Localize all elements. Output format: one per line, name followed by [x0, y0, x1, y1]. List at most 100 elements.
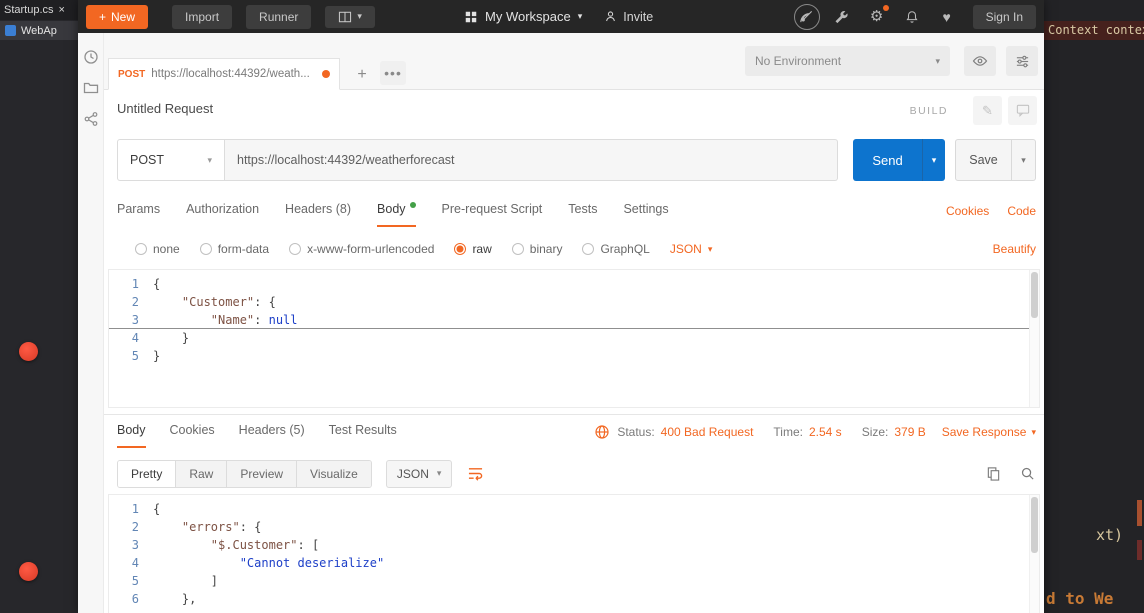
code-line: 3 "$.Customer": [ — [131, 538, 320, 552]
response-tab-headers[interactable]: Headers (5) — [239, 423, 305, 448]
save-response-label: Save Response — [941, 425, 1027, 439]
view-raw[interactable]: Raw — [175, 460, 227, 487]
tab-tests[interactable]: Tests — [568, 202, 597, 227]
view-visualize[interactable]: Visualize — [296, 460, 371, 487]
main-panel: POST https://localhost:44392/weath... + … — [104, 33, 1044, 613]
vs-code-fragment-top: Context context) — [1044, 21, 1144, 40]
tab-params[interactable]: Params — [117, 202, 160, 227]
copy-icon[interactable] — [984, 465, 1002, 483]
request-body-editor[interactable]: 1{ 2 "Customer": { 3 "Name": null 4 } 5} — [108, 269, 1040, 408]
response-view-switcher: Pretty Raw Preview Visualize — [117, 459, 372, 488]
raw-format-selector[interactable]: JSON ▾ — [670, 242, 713, 256]
code-line: 5 ] — [131, 574, 219, 588]
capture-requests-icon[interactable] — [793, 3, 820, 30]
screen: Startup.cs × WebAp Context context) xt) … — [0, 0, 1144, 613]
mode-raw[interactable]: raw — [454, 242, 492, 256]
send-button[interactable]: Send — [853, 139, 922, 181]
tab-settings[interactable]: Settings — [623, 202, 668, 227]
view-preview[interactable]: Preview — [226, 460, 297, 487]
workspace-switcher[interactable]: My Workspace ▾ — [464, 9, 582, 24]
code-line: 5} — [131, 349, 161, 363]
sign-in-button[interactable]: Sign In — [972, 4, 1036, 29]
scrollbar-thumb[interactable] — [1031, 272, 1038, 318]
save-button-group: Save ▾ — [955, 139, 1036, 181]
method-selector[interactable]: POST ▾ — [117, 139, 225, 181]
view-pretty[interactable]: Pretty — [118, 460, 176, 487]
build-label: BUILD — [909, 105, 948, 117]
status-label: Status: — [617, 425, 655, 439]
mode-form-data[interactable]: form-data — [199, 242, 270, 256]
chevron-down-icon: ▾ — [1021, 154, 1026, 165]
save-response-button[interactable]: Save Response ▾ — [942, 425, 1036, 439]
response-body-editor[interactable]: 1{ 2 "errors": { 3 "$.Customer": [ 4 "Ca… — [108, 494, 1040, 613]
request-title[interactable]: Untitled Request — [117, 101, 213, 116]
mode-graphql[interactable]: GraphQL — [582, 242, 650, 256]
search-icon[interactable] — [1018, 465, 1036, 483]
vs-background-right — [1044, 0, 1144, 613]
code-line: 4 "Cannot deserialize" — [131, 556, 385, 570]
scrollbar[interactable] — [1029, 270, 1039, 407]
vs-tab-label: Startup.cs — [4, 4, 54, 16]
edit-button[interactable]: ✎ — [973, 96, 1002, 125]
invite-label: Invite — [623, 9, 654, 24]
tab-pre-request-script[interactable]: Pre-request Script — [442, 202, 543, 227]
environment-quick-look-button[interactable] — [964, 46, 996, 76]
environment-selector[interactable]: No Environment ▾ — [745, 46, 950, 76]
notifications-bell-icon[interactable] — [899, 4, 925, 30]
radio-icon — [135, 243, 147, 255]
scrollbar-thumb[interactable] — [1031, 497, 1038, 553]
save-options-button[interactable]: ▾ — [1012, 139, 1036, 181]
code-line: 6 }, — [131, 592, 197, 606]
code-link[interactable]: Code — [1007, 204, 1036, 218]
mode-label: form-data — [217, 242, 270, 256]
mode-urlencoded[interactable]: x-www-form-urlencoded — [289, 242, 434, 256]
header-right: ⚙ ♥ Sign In — [793, 3, 1036, 30]
cookies-link[interactable]: Cookies — [946, 204, 989, 218]
sign-in-label: Sign In — [985, 9, 1023, 24]
invite-button[interactable]: Invite — [604, 10, 653, 24]
sync-wrench-icon[interactable] — [829, 4, 855, 30]
notification-dot — [882, 4, 889, 11]
app-header: + New Import Runner ▾ My Workspace ▾ Inv… — [78, 0, 1044, 33]
response-tab-test-results[interactable]: Test Results — [329, 423, 397, 448]
settings-gear-icon[interactable]: ⚙ — [864, 4, 890, 30]
response-tab-body[interactable]: Body — [117, 423, 146, 448]
mode-binary[interactable]: binary — [511, 242, 562, 256]
url-input[interactable]: https://localhost:44392/weatherforecast — [225, 139, 838, 181]
comment-button[interactable] — [1008, 96, 1037, 125]
chevron-down-icon: ▾ — [1031, 426, 1036, 437]
save-button[interactable]: Save — [955, 139, 1012, 181]
tab-options-button[interactable]: ••• — [380, 61, 406, 85]
beautify-link[interactable]: Beautify — [993, 242, 1036, 256]
mode-label: x-www-form-urlencoded — [307, 242, 435, 256]
browser-tab[interactable]: WebAp — [0, 21, 78, 40]
open-new-window-button[interactable]: ▾ — [325, 5, 375, 28]
wrap-text-icon[interactable] — [466, 465, 484, 483]
mode-none[interactable]: none — [135, 242, 180, 256]
tab-label: Settings — [623, 202, 669, 216]
runner-button[interactable]: Runner — [246, 4, 312, 29]
send-options-button[interactable]: ▾ — [922, 139, 945, 181]
scrollbar[interactable] — [1029, 495, 1039, 613]
request-tab[interactable]: POST https://localhost:44392/weath... — [108, 58, 340, 90]
response-tab-cookies[interactable]: Cookies — [170, 423, 215, 448]
tab-body[interactable]: Body — [377, 202, 416, 227]
collections-folder-icon[interactable] — [83, 80, 99, 96]
tab-authorization[interactable]: Authorization — [186, 202, 259, 227]
chevron-down-icon: ▾ — [931, 154, 937, 165]
pencil-icon: ✎ — [982, 102, 993, 118]
history-clock-icon[interactable] — [83, 49, 99, 65]
new-button-label: New — [111, 9, 136, 24]
import-button[interactable]: Import — [172, 4, 233, 29]
new-button[interactable]: + New — [86, 4, 149, 29]
heart-icon[interactable]: ♥ — [934, 4, 960, 30]
person-icon — [604, 10, 617, 23]
apis-network-icon[interactable] — [83, 111, 99, 127]
vs-scrollbar-mark — [1137, 500, 1142, 526]
new-tab-button[interactable]: + — [350, 63, 374, 87]
tab-headers[interactable]: Headers (8) — [285, 202, 351, 227]
environment-settings-button[interactable] — [1006, 46, 1038, 76]
close-icon[interactable]: × — [59, 4, 65, 16]
vs-editor-tab[interactable]: Startup.cs × — [0, 0, 78, 20]
response-format-selector[interactable]: JSON ▾ — [385, 459, 453, 488]
